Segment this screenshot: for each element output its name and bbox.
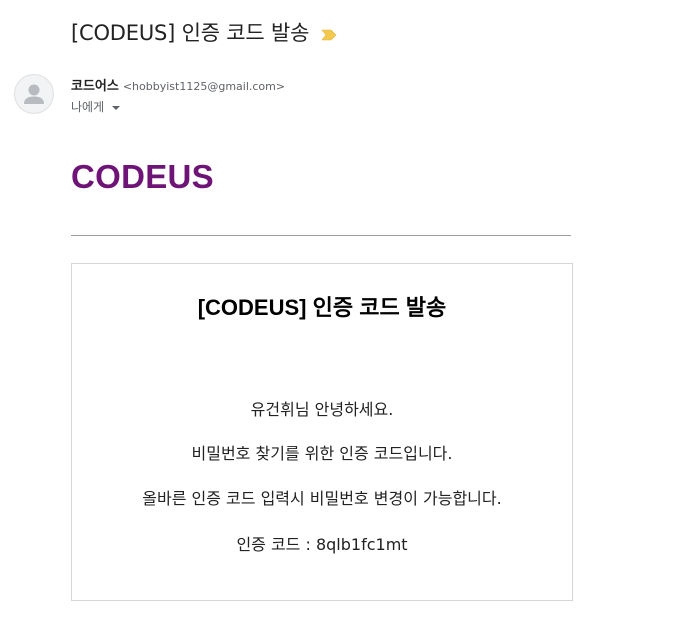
- verification-code-text: 인증 코드 : 8qlb1fc1mt: [236, 535, 408, 554]
- divider: [71, 235, 571, 236]
- sender-block: 코드어스 <hobbyist1125@gmail.com> 나에게: [71, 75, 285, 115]
- sender-avatar[interactable]: [14, 74, 54, 114]
- sender-line: 코드어스 <hobbyist1125@gmail.com>: [71, 75, 285, 94]
- recipient-label: 나에게: [71, 100, 105, 114]
- instruction-text: 올바른 인증 코드 입력시 비밀번호 변경이 가능합니다.: [142, 489, 502, 508]
- brand-logo-text: CODEUS: [71, 158, 214, 195]
- chevron-down-icon[interactable]: [112, 105, 121, 110]
- purpose-text: 비밀번호 찾기를 위한 인증 코드입니다.: [191, 444, 453, 463]
- subject-row: [CODEUS] 인증 코드 발송: [71, 16, 337, 48]
- email-view: [CODEUS] 인증 코드 발송 코드어스 <hobbyist1125@gma…: [0, 0, 682, 620]
- person-icon: [24, 84, 44, 104]
- card-title: [CODEUS] 인증 코드 발송: [197, 295, 447, 320]
- sender-name[interactable]: 코드어스: [71, 75, 119, 94]
- important-marker-icon[interactable]: [321, 26, 337, 41]
- email-subject: [CODEUS] 인증 코드 발송: [71, 21, 310, 45]
- sender-email: <hobbyist1125@gmail.com>: [122, 80, 286, 93]
- recipient-details-toggle[interactable]: 나에게: [71, 98, 285, 115]
- greeting-text: 유건휘님 안녕하세요.: [250, 400, 394, 419]
- verification-card: [CODEUS] 인증 코드 발송 유건휘님 안녕하세요. 비밀번호 찾기를 위…: [71, 263, 573, 601]
